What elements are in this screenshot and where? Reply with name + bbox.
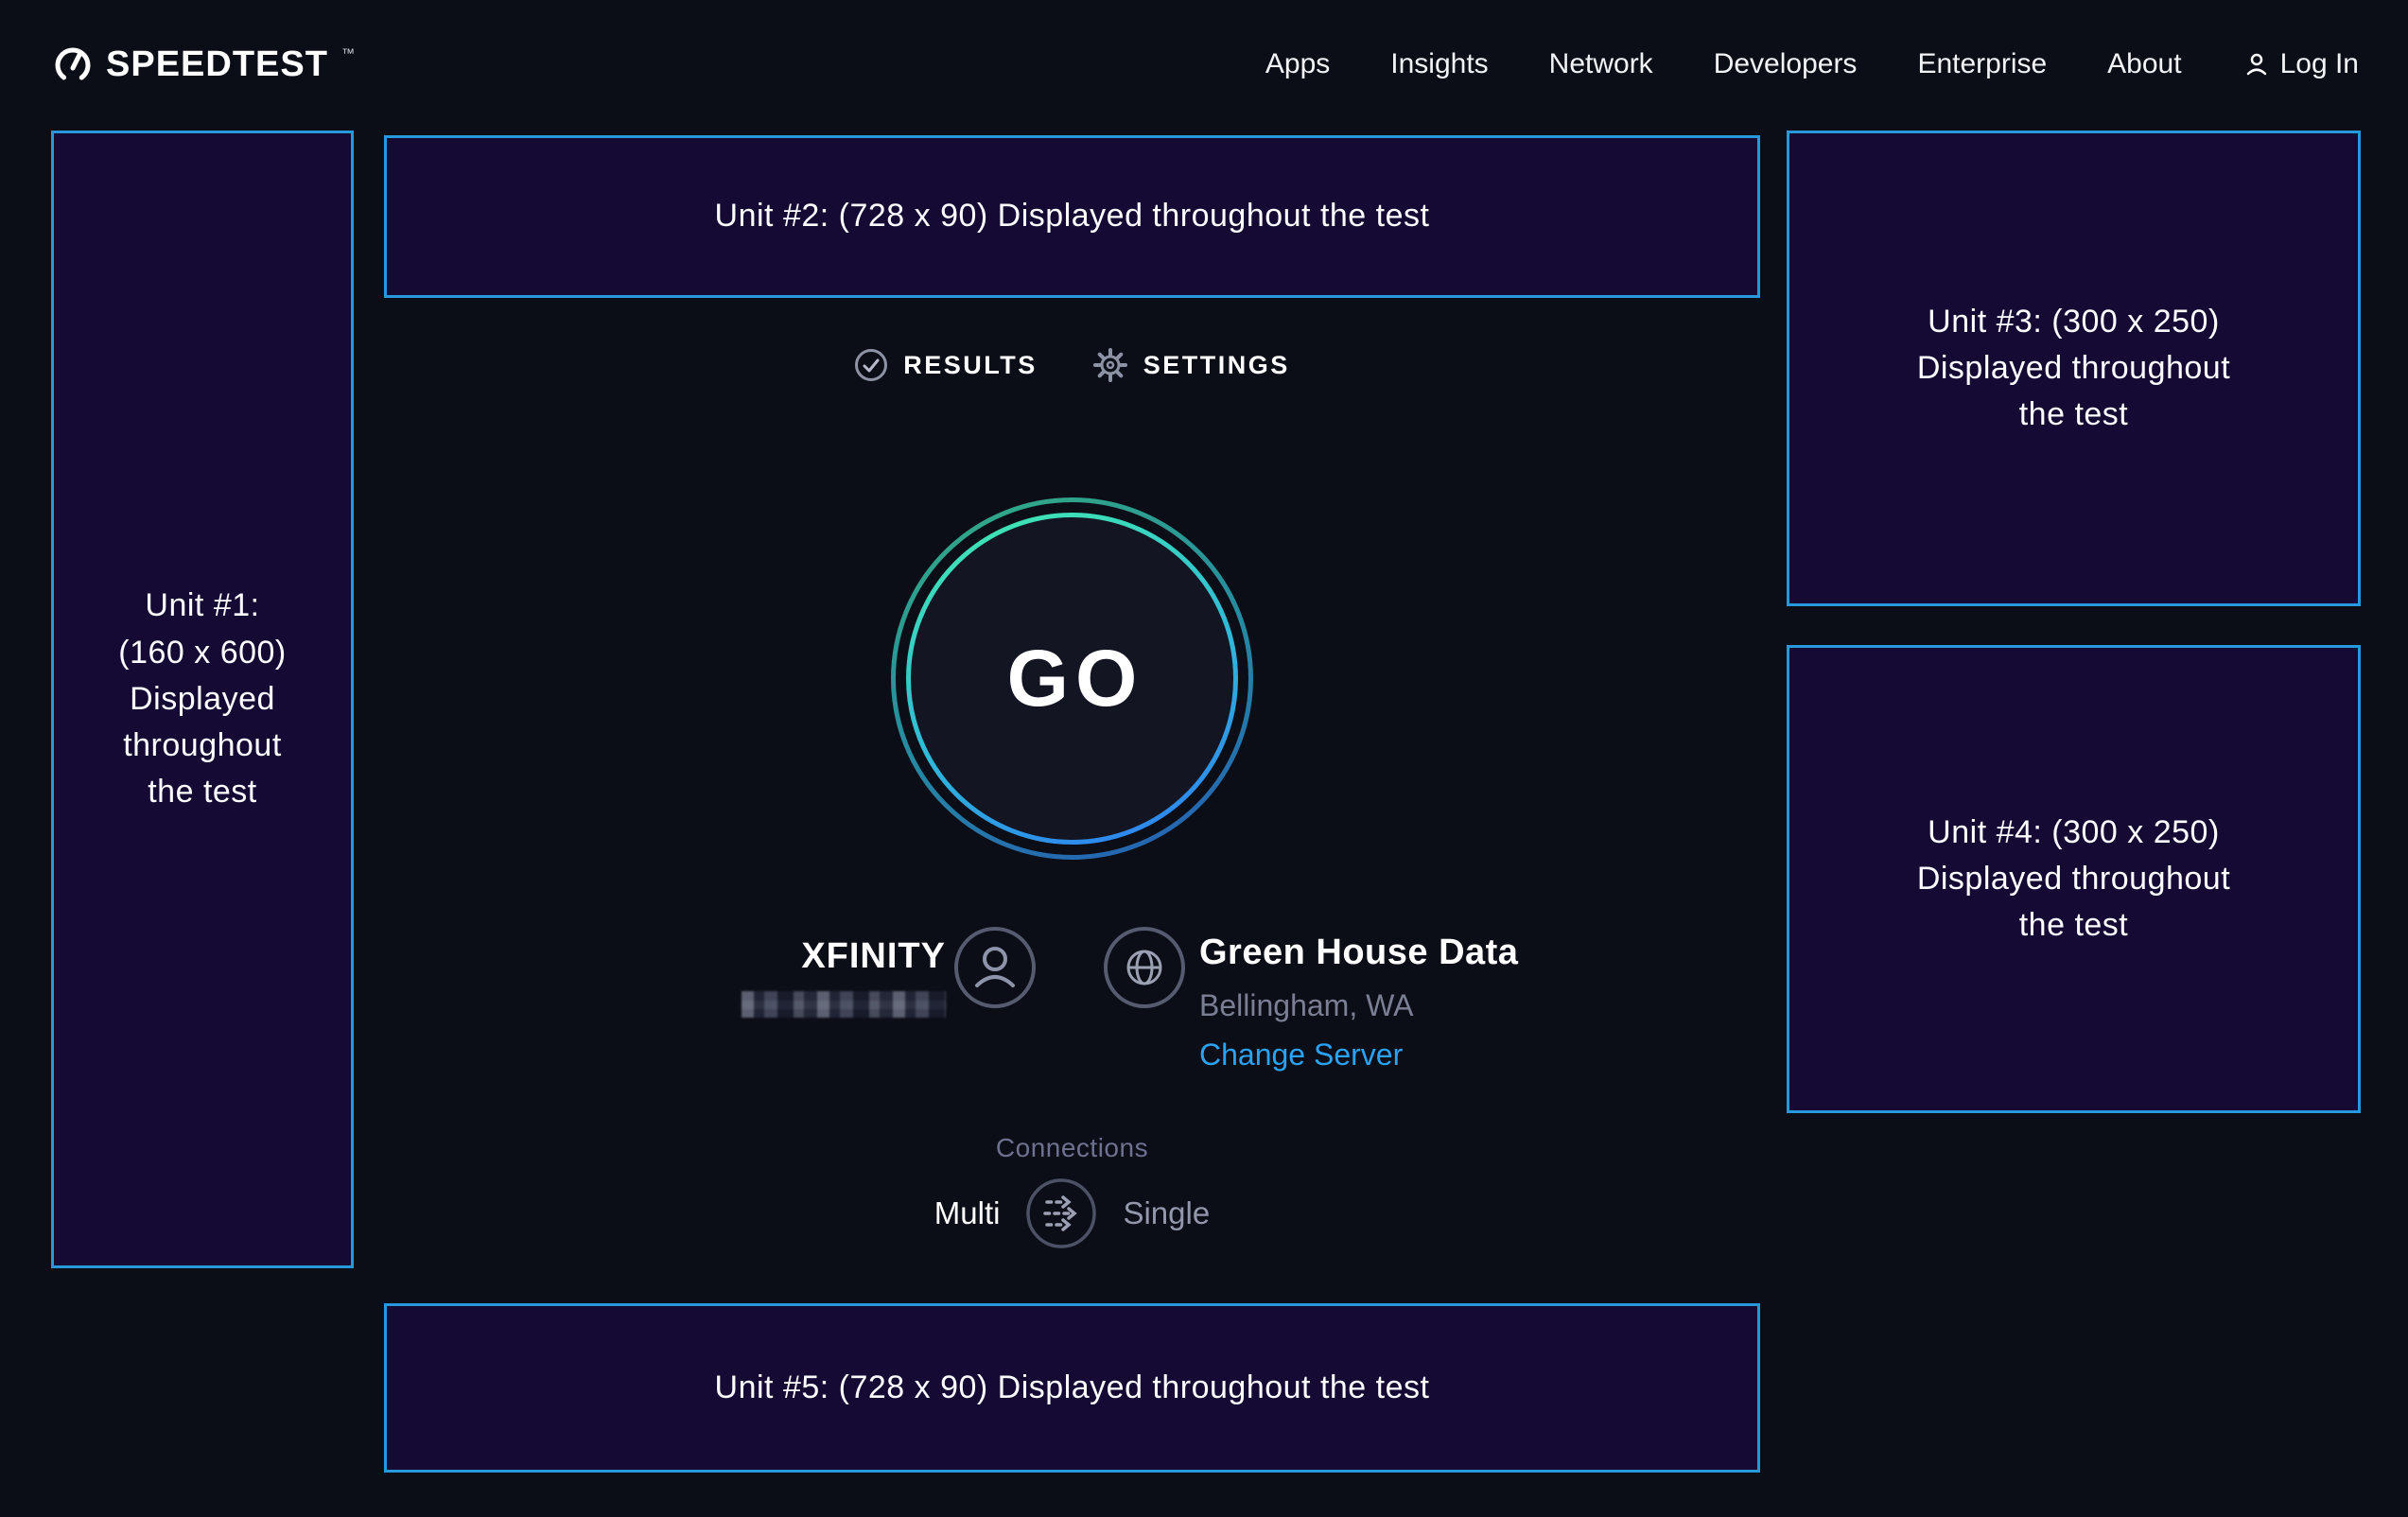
nav-menu: Apps Insights Network Developers Enterpr… — [1265, 48, 2359, 80]
ad-unit-1-text: Unit #1: (160 x 600) Displayed throughou… — [118, 583, 287, 815]
login-button[interactable]: Log In — [2242, 48, 2359, 80]
nav-item-network[interactable]: Network — [1549, 48, 1653, 80]
isp-block: XFINITY — [605, 934, 946, 1018]
ad-unit-4-text: Unit #4: (300 x 250) Displayed throughou… — [1917, 810, 2230, 950]
ad-unit-3[interactable]: Unit #3: (300 x 250) Displayed throughou… — [1787, 131, 2361, 606]
isp-user-icon — [953, 926, 1037, 1009]
gauge-icon — [51, 43, 95, 86]
connections-row: Multi Single — [384, 1177, 1760, 1250]
nav-item-apps[interactable]: Apps — [1265, 48, 1330, 80]
ad-unit-5[interactable]: Unit #5: (728 x 90) Displayed throughout… — [384, 1303, 1760, 1473]
censored-ip-text — [742, 991, 946, 1018]
check-circle-icon — [854, 348, 888, 382]
settings-label: SETTINGS — [1143, 351, 1290, 380]
nav-item-developers[interactable]: Developers — [1714, 48, 1858, 80]
results-label: RESULTS — [903, 351, 1038, 380]
ad-unit-2[interactable]: Unit #2: (728 x 90) Displayed throughout… — [384, 135, 1760, 298]
user-icon — [2242, 50, 2271, 78]
connection-mode-single[interactable]: Single — [1123, 1195, 1210, 1231]
connections-label: Connections — [384, 1133, 1760, 1163]
ad-unit-3-text: Unit #3: (300 x 250) Displayed throughou… — [1917, 299, 2230, 439]
server-globe-icon — [1103, 926, 1186, 1009]
ad-unit-5-text: Unit #5: (728 x 90) Displayed throughout… — [715, 1365, 1430, 1411]
nav-item-insights[interactable]: Insights — [1390, 48, 1488, 80]
isp-name: XFINITY — [605, 934, 946, 978]
tabs-row: RESULTS SETTINGS — [384, 347, 1760, 383]
go-label: GO — [890, 497, 1254, 861]
logo-text: SPEEDTEST — [106, 44, 328, 85]
tab-results[interactable]: RESULTS — [854, 348, 1038, 382]
ad-unit-4[interactable]: Unit #4: (300 x 250) Displayed throughou… — [1787, 645, 2361, 1113]
go-button[interactable]: GO — [890, 497, 1254, 861]
server-name: Green House Data — [1199, 931, 1518, 974]
ad-unit-2-text: Unit #2: (728 x 90) Displayed throughout… — [715, 193, 1430, 239]
connection-mode-toggle-icon[interactable] — [1024, 1177, 1098, 1250]
nav-item-enterprise[interactable]: Enterprise — [1917, 48, 2047, 80]
gear-icon — [1092, 347, 1128, 383]
connection-mode-multi[interactable]: Multi — [934, 1195, 1001, 1231]
change-server-link[interactable]: Change Server — [1199, 1037, 1403, 1072]
tab-settings[interactable]: SETTINGS — [1092, 347, 1290, 383]
server-block: Green House Data Bellingham, WA Change S… — [1199, 931, 1518, 1072]
navbar: SPEEDTEST ™ Apps Insights Network Develop… — [0, 0, 2408, 129]
speedtest-page: SPEEDTEST ™ Apps Insights Network Develop… — [0, 0, 2408, 1517]
ad-unit-1[interactable]: Unit #1: (160 x 600) Displayed throughou… — [51, 131, 354, 1268]
nav-item-about[interactable]: About — [2107, 48, 2181, 80]
server-location: Bellingham, WA — [1199, 987, 1518, 1023]
speedtest-logo[interactable]: SPEEDTEST ™ — [51, 43, 353, 86]
trademark-mark: ™ — [341, 45, 355, 61]
login-label: Log In — [2280, 48, 2359, 80]
